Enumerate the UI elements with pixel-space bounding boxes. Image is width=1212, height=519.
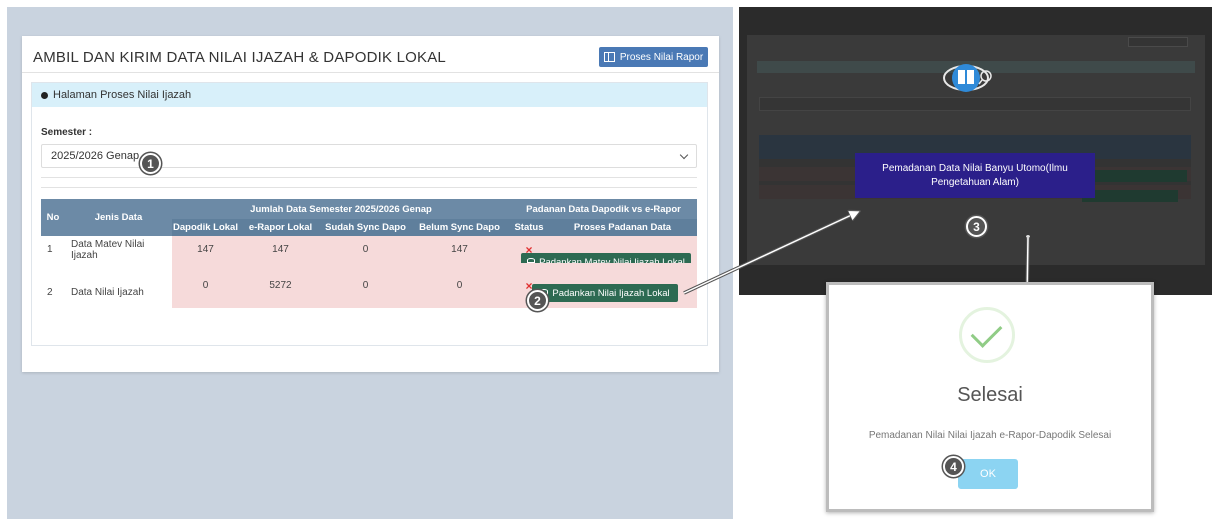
arrow-to-overlay-inner — [683, 212, 858, 294]
dialog-message: Pemadanan Nilai Nilai Ijazah e-Rapor-Dap… — [868, 430, 1112, 441]
ok-button[interactable]: OK — [958, 459, 1018, 489]
dialog-title: Selesai — [957, 384, 1023, 406]
step-badge-4: 4 — [943, 456, 964, 477]
